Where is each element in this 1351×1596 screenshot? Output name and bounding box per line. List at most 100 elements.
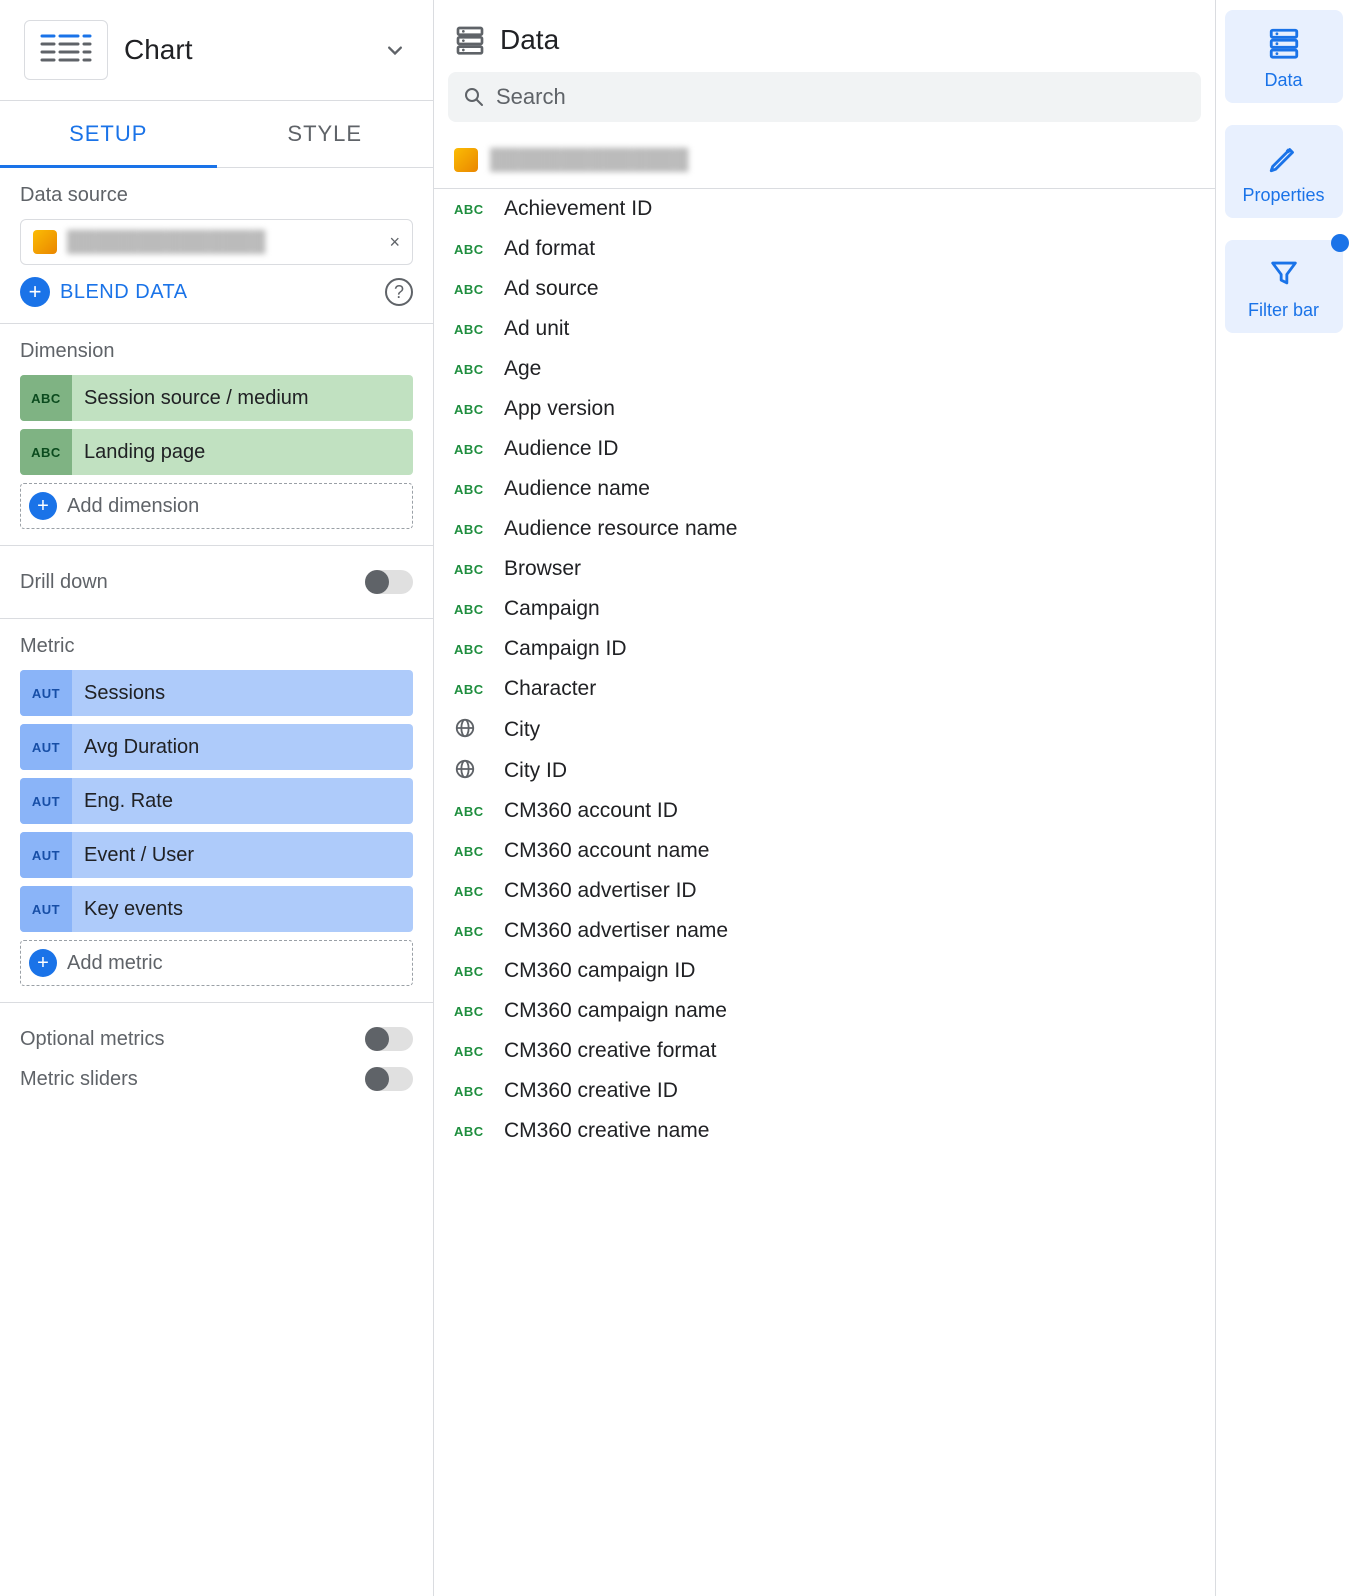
metric-label: Metric	[20, 635, 413, 658]
field-label: Campaign ID	[504, 637, 627, 661]
search-input[interactable]: Search	[448, 72, 1201, 122]
metric-chip[interactable]: AUTKey events	[20, 886, 413, 932]
metric-chip[interactable]: AUTEng. Rate	[20, 778, 413, 824]
metric-chip[interactable]: AUTEvent / User	[20, 832, 413, 878]
field-label: CM360 advertiser ID	[504, 879, 697, 903]
metric-chip[interactable]: AUTSessions	[20, 670, 413, 716]
tab-style[interactable]: STYLE	[217, 101, 434, 168]
add-metric-button[interactable]: + Add metric	[20, 940, 413, 986]
help-icon[interactable]: ?	[385, 278, 413, 306]
metric-chip-label: Avg Duration	[72, 736, 413, 759]
field-label: City	[504, 718, 540, 742]
table-chart-icon	[24, 20, 108, 80]
abc-type-badge: ABC	[454, 402, 490, 417]
field-item[interactable]: ABCBrowser	[434, 549, 1215, 589]
aut-badge: AUT	[20, 886, 72, 932]
chart-type-selector[interactable]: Chart	[0, 0, 433, 101]
field-item[interactable]: ABC Ad unit	[434, 309, 1215, 349]
data-source-name: ██████████████	[490, 149, 1195, 172]
field-item[interactable]: City ID	[434, 750, 1215, 791]
field-item[interactable]: ABCCharacter	[434, 669, 1215, 709]
aut-badge: AUT	[20, 832, 72, 878]
field-item[interactable]: ABCAd format	[434, 229, 1215, 269]
field-item[interactable]: ABCCM360 account name	[434, 831, 1215, 871]
field-item[interactable]: ABCCM360 campaign ID	[434, 951, 1215, 991]
rail-properties-button[interactable]: Properties	[1225, 125, 1343, 218]
field-item[interactable]: ABCAge	[434, 349, 1215, 389]
field-item[interactable]: ABCAudience ID	[434, 429, 1215, 469]
dimension-chip[interactable]: ABCLanding page	[20, 429, 413, 475]
add-dimension-label: Add dimension	[67, 495, 199, 518]
data-source-row[interactable]: ██████████████	[434, 132, 1215, 189]
aut-badge: AUT	[20, 670, 72, 716]
field-item[interactable]: ABCAudience resource name	[434, 509, 1215, 549]
field-item[interactable]: ABC CM360 advertiser ID	[434, 871, 1215, 911]
field-label: Character	[504, 677, 596, 701]
blend-data-button[interactable]: BLEND DATA	[60, 281, 375, 304]
abc-type-badge: ABC	[454, 602, 490, 617]
field-label: CM360 creative name	[504, 1119, 709, 1143]
search-placeholder: Search	[496, 84, 566, 110]
add-dimension-button[interactable]: + Add dimension	[20, 483, 413, 529]
field-label: Achievement ID	[504, 197, 652, 221]
rail-filterbar-button[interactable]: Filter bar	[1225, 240, 1343, 333]
abc-type-badge: ABC	[454, 844, 490, 859]
add-metric-label: Add metric	[67, 952, 163, 975]
field-item[interactable]: ABC Achievement ID	[434, 189, 1215, 229]
drill-down-toggle[interactable]	[365, 570, 413, 594]
field-label: App version	[504, 397, 615, 421]
abc-type-badge: ABC	[454, 362, 490, 377]
rail-data-label: Data	[1264, 70, 1302, 91]
chart-type-label: Chart	[124, 34, 365, 66]
metric-chip-label: Key events	[72, 898, 413, 921]
field-item[interactable]: ABCCM360 creative format	[434, 1031, 1215, 1071]
abc-type-badge: ABC	[454, 202, 490, 217]
aut-badge: AUT	[20, 724, 72, 770]
data-panel-icon	[454, 24, 486, 56]
abc-type-badge: ABC	[454, 442, 490, 457]
optional-metrics-toggle[interactable]	[365, 1027, 413, 1051]
field-item[interactable]: ABC CM360 account ID	[434, 791, 1215, 831]
field-item[interactable]: ABCCM360 campaign name	[434, 991, 1215, 1031]
abc-type-badge: ABC	[454, 522, 490, 537]
field-item[interactable]: ABCAd source	[434, 269, 1215, 309]
field-label: CM360 account ID	[504, 799, 678, 823]
field-label: CM360 creative ID	[504, 1079, 678, 1103]
field-item[interactable]: ABCAudience name	[434, 469, 1215, 509]
metric-chip-label: Eng. Rate	[72, 790, 413, 813]
data-source-selector[interactable]: ██████████████ ×	[20, 219, 413, 265]
field-item[interactable]: ABCCM360 creative name	[434, 1111, 1215, 1151]
field-item[interactable]: ABCCM360 creative ID	[434, 1071, 1215, 1111]
metric-chip[interactable]: AUTAvg Duration	[20, 724, 413, 770]
dimension-label: Dimension	[20, 340, 413, 363]
field-item[interactable]: ABC App version	[434, 389, 1215, 429]
data-panel-title: Data	[500, 24, 559, 56]
ga4-icon	[454, 148, 478, 172]
notification-dot	[1331, 234, 1349, 252]
globe-icon	[454, 758, 490, 783]
dimension-chip[interactable]: ABCSession source / medium	[20, 375, 413, 421]
field-item[interactable]: ABC Campaign	[434, 589, 1215, 629]
abc-type-badge: ABC	[454, 1004, 490, 1019]
pencil-icon	[1267, 141, 1301, 175]
abc-badge: ABC	[20, 429, 72, 475]
field-label: Ad source	[504, 277, 599, 301]
abc-type-badge: ABC	[454, 804, 490, 819]
field-item[interactable]: ABCCampaign ID	[434, 629, 1215, 669]
abc-type-badge: ABC	[454, 322, 490, 337]
data-icon	[1267, 26, 1301, 60]
field-item[interactable]: City	[434, 709, 1215, 750]
metric-sliders-toggle[interactable]	[365, 1067, 413, 1091]
field-label: Campaign	[504, 597, 600, 621]
abc-type-badge: ABC	[454, 1044, 490, 1059]
abc-type-badge: ABC	[454, 884, 490, 899]
field-label: Ad unit	[504, 317, 569, 341]
tab-setup[interactable]: SETUP	[0, 101, 217, 168]
ga4-icon	[33, 230, 57, 254]
drill-down-label: Drill down	[20, 571, 108, 594]
field-item[interactable]: ABCCM360 advertiser name	[434, 911, 1215, 951]
aut-badge: AUT	[20, 778, 72, 824]
abc-type-badge: ABC	[454, 562, 490, 577]
rail-data-button[interactable]: Data	[1225, 10, 1343, 103]
data-source-clear-button[interactable]: ×	[389, 232, 400, 253]
